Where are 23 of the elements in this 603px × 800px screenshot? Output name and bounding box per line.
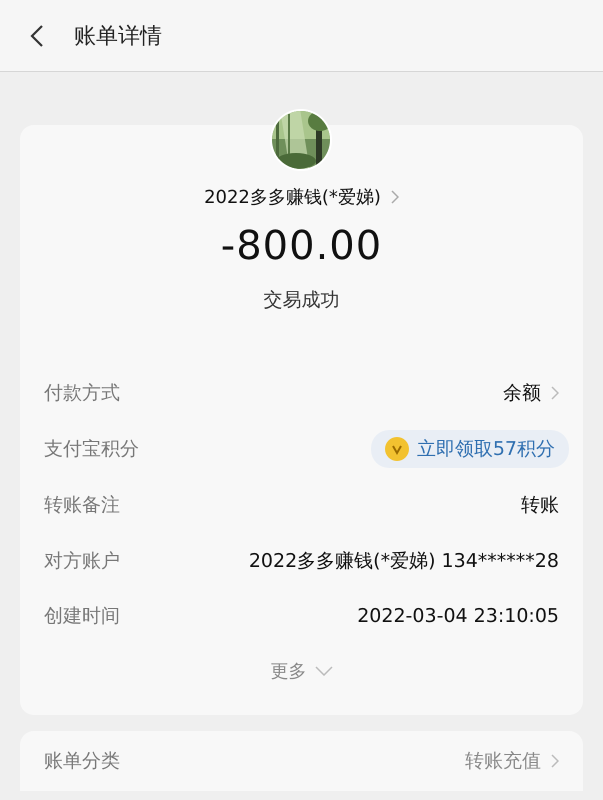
amount-text: -800.00 [220, 223, 384, 269]
row-value[interactable]: 余额 [503, 380, 541, 406]
row-label: 对方账户 [44, 548, 120, 574]
row-label: 转账备注 [44, 493, 120, 518]
payee-name[interactable]: 2022多多赚钱(*爱娣) [204, 185, 381, 209]
more-button[interactable]: 更多 [264, 653, 338, 689]
row-label: 付款方式 [44, 381, 120, 406]
chevron-icon [551, 386, 559, 400]
page-title: 账单详情 [74, 22, 162, 50]
points-button[interactable]: 立即领取57积分 [370, 430, 569, 468]
row-value[interactable]: 转账充值 [465, 748, 541, 774]
chevron-down-icon [314, 666, 332, 676]
row-value: 转账 [521, 493, 559, 518]
coin-icon [384, 437, 409, 461]
row-label: 账单分类 [44, 749, 120, 774]
chevron-icon [551, 754, 559, 768]
row-value: 2022-03-04 23:10:05 [357, 604, 559, 626]
row-label: 创建时间 [44, 604, 120, 628]
status-text: 交易成功 [262, 288, 340, 313]
row-label: 支付宝积分 [44, 437, 139, 462]
row-value: 2022多多赚钱(*爱娣) 134******28 [248, 548, 559, 574]
chevron-icon [390, 190, 399, 204]
back-icon[interactable] [30, 24, 44, 48]
